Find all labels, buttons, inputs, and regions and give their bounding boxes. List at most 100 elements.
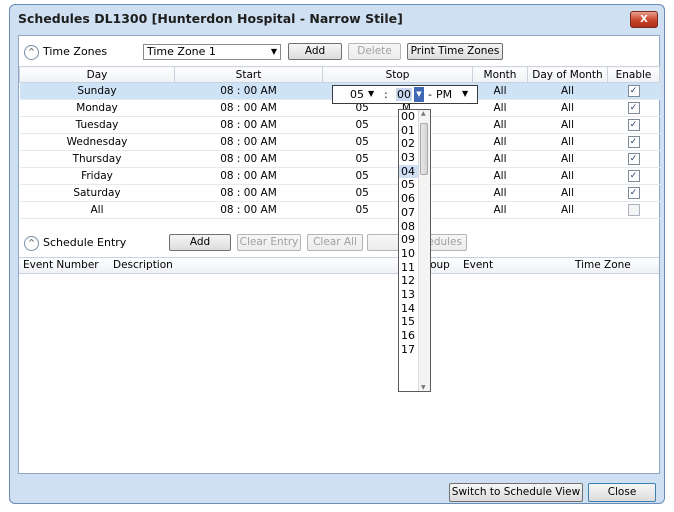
month-cell[interactable]: All	[472, 184, 528, 202]
collapse-time-zones-icon[interactable]: ^	[24, 45, 39, 60]
start-cell[interactable]: 08 : 00 AM	[174, 167, 323, 185]
time-table-row[interactable]: All08 : 00 AM05MAllAll	[19, 201, 660, 219]
enable-checkbox[interactable]: ✓	[627, 85, 640, 97]
enable-cell[interactable]: ✓	[607, 99, 660, 117]
month-cell[interactable]: All	[472, 150, 528, 168]
column-header-day-of-month[interactable]: Day of Month	[527, 66, 608, 83]
stop-hour-text: 05	[355, 204, 369, 216]
day-cell[interactable]: Monday	[19, 99, 175, 117]
start-cell[interactable]: 08 : 00 AM	[174, 201, 323, 219]
day-cell[interactable]: Friday	[19, 167, 175, 185]
dialog-client-area: ^ Time Zones Time Zone 1 ▼ Add Delete Pr…	[18, 35, 660, 474]
hour-chevron-down-icon[interactable]: ▼	[368, 89, 374, 98]
day-of-month-cell[interactable]: All	[527, 116, 608, 134]
enable-checkbox[interactable]: ✓	[627, 170, 640, 182]
enable-cell[interactable]	[607, 201, 660, 219]
column-header-day[interactable]: Day	[19, 66, 175, 83]
time-table-row[interactable]: Saturday08 : 00 AM05MAllAll✓	[19, 184, 660, 202]
month-cell[interactable]: All	[472, 133, 528, 151]
enable-cell[interactable]: ✓	[607, 133, 660, 151]
time-zones-toolbar: ^ Time Zones Time Zone 1 ▼ Add Delete Pr…	[19, 43, 659, 63]
minute-dropdown-button[interactable]: ▼	[414, 87, 424, 102]
dropdown-scrollbar[interactable]: ▲ ▼	[418, 110, 430, 391]
scroll-up-icon[interactable]: ▲	[421, 110, 426, 117]
time-table-row[interactable]: Thursday08 : 00 AM05MAllAll✓	[19, 150, 660, 168]
schedule-grid-body[interactable]	[19, 273, 659, 473]
add-schedule-entry-button[interactable]: Add	[169, 234, 231, 251]
month-cell[interactable]: All	[472, 167, 528, 185]
day-cell[interactable]: Sunday	[19, 82, 175, 100]
enable-cell[interactable]: ✓	[607, 150, 660, 168]
start-cell[interactable]: 08 : 00 AM	[174, 133, 323, 151]
column-header-month[interactable]: Month	[472, 66, 528, 83]
print-time-zones-button[interactable]: Print Time Zones	[407, 43, 503, 60]
enable-checkbox[interactable]: ✓	[627, 153, 640, 165]
stop-hour-field[interactable]: 05	[350, 88, 364, 101]
enable-checkbox[interactable]: ✓	[627, 102, 640, 114]
day-cell[interactable]: Saturday	[19, 184, 175, 202]
switch-to-schedule-view-button[interactable]: Switch to Schedule View	[449, 483, 583, 502]
start-cell[interactable]: 08 : 00 AM	[174, 184, 323, 202]
month-cell[interactable]: All	[472, 201, 528, 219]
column-header-event-number[interactable]: Event Number	[23, 259, 99, 271]
enable-cell[interactable]: ✓	[607, 167, 660, 185]
stop-hour-text: 05	[355, 153, 369, 165]
schedule-entry-label: Schedule Entry	[43, 236, 127, 249]
time-zone-select[interactable]: Time Zone 1 ▼	[143, 44, 281, 60]
collapse-schedule-entry-icon[interactable]: ^	[24, 236, 39, 251]
column-header-start[interactable]: Start	[174, 66, 323, 83]
start-cell[interactable]: 08 : 00 AM	[174, 116, 323, 134]
time-table-row[interactable]: Wednesday08 : 00 AM05MAllAll✓	[19, 133, 660, 151]
enable-checkbox[interactable]: ✓	[627, 119, 640, 131]
day-of-month-cell[interactable]: All	[527, 201, 608, 219]
close-window-button[interactable]: X	[630, 11, 658, 28]
start-cell[interactable]: 08 : 00 AM	[174, 99, 323, 117]
day-of-month-cell[interactable]: All	[527, 133, 608, 151]
time-separator: :	[384, 88, 388, 101]
schedule-entry-toolbar: ^ Schedule Entry Add Clear Entry Clear A…	[19, 234, 659, 254]
enable-cell[interactable]: ✓	[607, 116, 660, 134]
start-cell[interactable]: 08 : 00 AM	[174, 150, 323, 168]
clear-entry-button[interactable]: Clear Entry	[237, 234, 301, 251]
day-cell[interactable]: Wednesday	[19, 133, 175, 151]
delete-time-zone-button[interactable]: Delete	[348, 43, 401, 60]
day-of-month-cell[interactable]: All	[527, 99, 608, 117]
add-time-zone-button[interactable]: Add	[288, 43, 342, 60]
dropdown-scroll-thumb[interactable]	[420, 123, 428, 175]
day-cell[interactable]: All	[19, 201, 175, 219]
month-cell[interactable]: All	[472, 116, 528, 134]
stop-ampm-field[interactable]: PM	[436, 88, 452, 101]
time-table-row[interactable]: Tuesday08 : 00 AM05MAllAll✓	[19, 116, 660, 134]
minute-chevron-down-icon: ▼	[416, 90, 422, 98]
start-cell[interactable]: 08 : 00 AM	[174, 82, 323, 100]
month-cell[interactable]: All	[472, 99, 528, 117]
day-of-month-cell[interactable]: All	[527, 82, 608, 100]
column-header-stop[interactable]: Stop	[322, 66, 473, 83]
day-cell[interactable]: Tuesday	[19, 116, 175, 134]
minute-dropdown-list[interactable]: 00 01 02 03 04 05 06 07 08 09 10 11 12 13 14 15 16 17 ▲ ▼	[398, 109, 431, 392]
day-cell[interactable]: Thursday	[19, 150, 175, 168]
time-table-row[interactable]: Friday08 : 00 AM05MAllAll✓	[19, 167, 660, 185]
column-header-time-zone[interactable]: Time Zone	[575, 259, 631, 271]
day-of-month-cell[interactable]: All	[527, 167, 608, 185]
stop-minute-field[interactable]: 00	[396, 88, 412, 101]
enable-checkbox[interactable]	[627, 204, 640, 216]
column-header-description[interactable]: Description	[113, 259, 173, 271]
stop-time-editor[interactable]: 05 ▼ : 00 ▼ - PM ▼	[332, 85, 478, 104]
month-cell[interactable]: All	[472, 82, 528, 100]
time-zone-select-value: Time Zone 1	[147, 45, 216, 58]
close-button[interactable]: Close	[588, 483, 656, 502]
window-title: Schedules DL1300 [Hunterdon Hospital - N…	[18, 11, 403, 26]
enable-cell[interactable]: ✓	[607, 184, 660, 202]
ampm-chevron-down-icon[interactable]: ▼	[462, 89, 468, 98]
column-header-event[interactable]: Event	[463, 259, 493, 271]
clear-all-button[interactable]: Clear All	[307, 234, 363, 251]
day-of-month-cell[interactable]: All	[527, 150, 608, 168]
enable-checkbox[interactable]: ✓	[627, 136, 640, 148]
scroll-down-icon[interactable]: ▼	[421, 384, 426, 391]
day-of-month-cell[interactable]: All	[527, 184, 608, 202]
enable-checkbox[interactable]: ✓	[627, 187, 640, 199]
stop-hour-text: 05	[355, 170, 369, 182]
enable-cell[interactable]: ✓	[607, 82, 660, 100]
column-header-enable[interactable]: Enable	[607, 66, 660, 83]
